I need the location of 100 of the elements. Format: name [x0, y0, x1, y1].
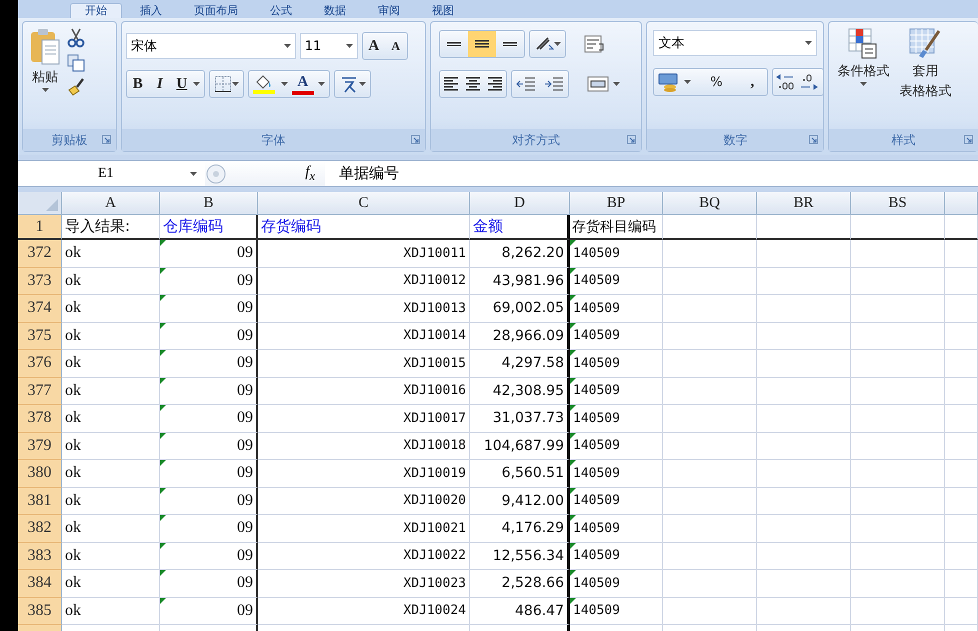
percent-button[interactable]: % — [705, 69, 728, 95]
row-header[interactable]: 384 — [18, 570, 62, 598]
decrease-indent-icon[interactable] — [516, 76, 536, 92]
dialog-launcher-icon[interactable] — [627, 135, 636, 144]
underline-button[interactable]: U — [170, 71, 193, 97]
cell-reference: E1 — [98, 166, 114, 182]
font-name-field[interactable]: 宋体 — [126, 33, 296, 59]
borders-icon[interactable] — [214, 75, 232, 93]
bold-button[interactable]: B — [126, 71, 149, 97]
table-cell: 140509 — [570, 598, 663, 625]
format-painter-icon[interactable] — [67, 78, 85, 96]
table-cell: 金额 — [470, 215, 570, 240]
table-cell: 导入结果: — [62, 215, 160, 240]
table-brush-icon — [909, 28, 942, 60]
align-left-icon[interactable] — [444, 77, 458, 91]
row-header[interactable]: 377 — [18, 378, 62, 405]
error-indicator-icon — [570, 295, 576, 301]
align-center-icon[interactable] — [466, 77, 480, 91]
row-header[interactable]: 1 — [18, 215, 62, 240]
decrease-decimal-icon[interactable] — [800, 73, 820, 91]
ribbon-tab[interactable]: 页面布局 — [180, 4, 252, 18]
error-indicator-icon — [570, 322, 576, 328]
fill-color-icon[interactable] — [252, 74, 277, 94]
copy-icon[interactable] — [67, 54, 85, 72]
table-cell: XDJ10011 — [258, 240, 470, 268]
row-header[interactable]: 385 — [18, 598, 62, 625]
ribbon-tab[interactable]: 公式 — [256, 4, 306, 18]
align-right-icon[interactable] — [488, 77, 502, 91]
ribbon-tab[interactable]: 数据 — [310, 4, 360, 18]
table-cell — [945, 350, 978, 378]
dialog-launcher-icon[interactable] — [809, 135, 818, 144]
column-header[interactable]: BR — [757, 192, 851, 215]
grow-font-button[interactable]: A — [362, 33, 385, 59]
wrap-text-icon[interactable] — [584, 34, 606, 54]
group-title: 字体 — [261, 132, 286, 148]
increase-indent-icon[interactable] — [544, 76, 564, 92]
row-header[interactable]: 378 — [18, 405, 62, 432]
merge-cells-icon[interactable] — [586, 75, 609, 93]
table-cell: 140509 — [570, 268, 663, 295]
expand-handle-icon[interactable] — [205, 162, 227, 184]
row-header[interactable]: 381 — [18, 488, 62, 515]
table-cell: 09 — [160, 515, 258, 542]
row-header[interactable]: 383 — [18, 542, 62, 570]
table-cell — [945, 215, 978, 240]
group-title: 样式 — [892, 132, 916, 148]
ribbon-tab[interactable]: 视图 — [418, 4, 468, 18]
paste-button[interactable]: 粘贴 — [27, 26, 63, 125]
font-size-field[interactable]: 11 — [300, 33, 358, 59]
row-header[interactable]: 372 — [18, 240, 62, 268]
column-header[interactable]: BS — [851, 192, 945, 215]
column-header[interactable]: BQ — [663, 192, 757, 215]
error-indicator-icon — [160, 460, 166, 466]
table-cell: XDJ10012 — [258, 268, 470, 295]
column-header[interactable]: D — [470, 192, 570, 215]
name-box[interactable]: E1 — [18, 161, 205, 186]
dialog-launcher-icon[interactable] — [410, 135, 420, 144]
table-cell: 09 — [160, 268, 258, 295]
scissors-icon[interactable] — [67, 28, 85, 48]
corner-triangle-icon — [46, 199, 58, 211]
dialog-launcher-icon[interactable] — [964, 135, 973, 144]
accounting-format-icon[interactable] — [658, 72, 680, 92]
table-cell: 存货科目编码 — [570, 215, 663, 240]
ribbon-tab[interactable]: 开始 — [70, 3, 122, 18]
error-indicator-icon — [160, 598, 166, 604]
insert-function-button[interactable]: f$_{x}$ — [305, 164, 315, 184]
vertical-align-button[interactable] — [468, 31, 496, 57]
caret-icon — [192, 82, 200, 86]
italic-button[interactable]: I — [148, 71, 171, 97]
column-header[interactable]: BP — [570, 192, 663, 215]
row-header[interactable]: 379 — [18, 432, 62, 460]
table-cell: ok — [62, 378, 160, 405]
error-indicator-icon — [160, 432, 166, 438]
conditional-formatting-button[interactable]: 条件格式 — [833, 26, 894, 125]
table-cell: XDJ10015 — [258, 350, 470, 378]
ribbon-tab[interactable]: 插入 — [126, 4, 176, 18]
column-header[interactable]: A — [62, 192, 160, 215]
dialog-launcher-icon[interactable] — [102, 135, 111, 144]
ribbon-tab[interactable]: 审阅 — [364, 4, 414, 18]
table-cell: ok — [62, 240, 160, 268]
column-header[interactable]: B — [160, 192, 258, 215]
number-format-field[interactable]: 文本 — [653, 30, 818, 56]
table-cell: ok — [62, 542, 160, 570]
increase-decimal-icon[interactable] — [776, 73, 796, 91]
row-header[interactable]: 373 — [18, 268, 62, 295]
error-indicator-icon — [570, 405, 576, 411]
formula-field[interactable]: 单据编号 — [325, 164, 399, 183]
row-header[interactable]: 380 — [18, 460, 62, 488]
column-header[interactable]: C — [258, 192, 470, 215]
row-header[interactable]: 375 — [18, 322, 62, 350]
table-cell: ok — [62, 460, 160, 488]
row-header[interactable]: 376 — [18, 350, 62, 378]
comma-button[interactable]: , — [741, 69, 764, 95]
format-as-table-button[interactable]: 套用 表格格式 — [895, 26, 956, 125]
row-header[interactable]: 382 — [18, 515, 62, 542]
shrink-font-button[interactable]: A — [384, 33, 407, 59]
font-color-button[interactable]: A — [292, 73, 314, 95]
table-cell: 140509 — [570, 405, 663, 432]
table-cell — [945, 322, 978, 350]
table-cell: XDJ10014 — [258, 322, 470, 350]
row-header[interactable]: 374 — [18, 295, 62, 322]
